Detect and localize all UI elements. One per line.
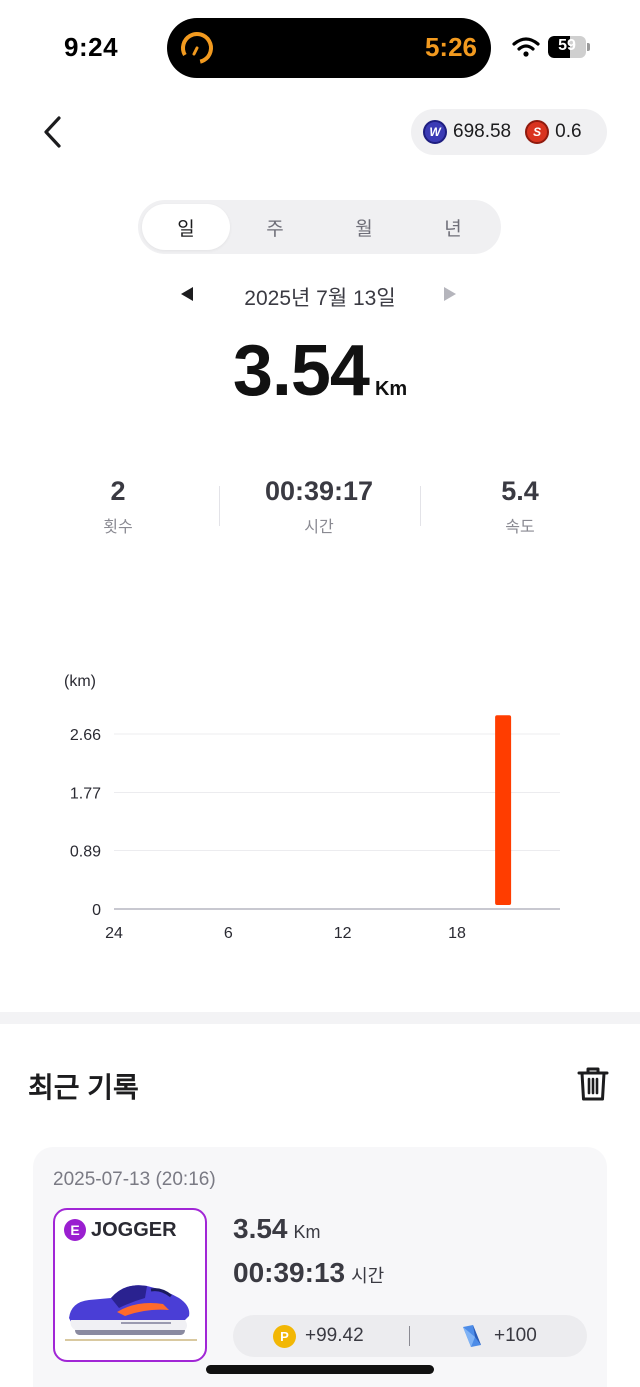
- bar-hour-20: [495, 715, 512, 905]
- tab-week[interactable]: 주: [231, 204, 319, 250]
- shoe-type: JOGGER: [91, 1219, 177, 1241]
- tab-day[interactable]: 일: [142, 204, 230, 250]
- prev-date-button[interactable]: [181, 287, 193, 301]
- record-date: 2025-07-13 (20:16): [53, 1169, 216, 1190]
- x-tick-label: 12: [334, 925, 352, 942]
- point-coin-icon: P: [273, 1325, 296, 1348]
- record-distance-unit: Km: [293, 1222, 321, 1242]
- timer-ring-icon: [181, 32, 213, 64]
- balance-pill[interactable]: W 698.58 S 0.6: [411, 109, 607, 155]
- section-divider: [0, 1012, 640, 1024]
- record-time: 00:39:13 시간: [233, 1257, 384, 1289]
- w-coin-icon: W: [423, 120, 447, 144]
- next-date-button[interactable]: [444, 287, 456, 301]
- record-distance: 3.54 Km: [233, 1213, 321, 1245]
- grade-badge: E: [64, 1219, 86, 1241]
- reward-points: +99.42: [305, 1325, 364, 1346]
- x-tick-label: 18: [448, 925, 466, 942]
- recent-records-title: 최근 기록: [28, 1072, 139, 1103]
- stat-time: 00:39:17 시간: [219, 476, 419, 537]
- dynamic-island[interactable]: 5:26: [167, 18, 491, 78]
- y-tick-label: 2.66: [70, 727, 101, 744]
- stat-count: 2 횟수: [18, 476, 218, 537]
- stat-count-label: 횟수: [103, 519, 133, 536]
- tab-year[interactable]: 년: [409, 204, 497, 250]
- s-balance: 0.6: [555, 121, 582, 142]
- period-tabs: 일 주 월 년: [138, 200, 501, 254]
- total-distance: 3.54 Km: [0, 330, 640, 412]
- stat-speed: 5.4 속도: [420, 476, 620, 537]
- stat-speed-value: 5.4: [501, 476, 539, 506]
- gem-icon: [463, 1325, 481, 1347]
- status-bar: 9:24 5:26 59: [0, 0, 640, 90]
- island-timer: 5:26: [424, 32, 477, 62]
- wifi-icon: [512, 37, 540, 57]
- w-balance: 698.58: [453, 121, 512, 142]
- stat-time-label: 시간: [304, 519, 334, 536]
- status-time: 9:24: [64, 32, 119, 62]
- reward-exp: +100: [494, 1325, 537, 1346]
- stat-count-value: 2: [110, 476, 126, 506]
- stat-speed-label: 속도: [505, 519, 535, 536]
- shoe-card[interactable]: E JOGGER: [53, 1208, 207, 1362]
- battery-icon: 59: [548, 36, 590, 58]
- y-tick-label: 0.89: [70, 843, 101, 860]
- y-tick-label: 0: [92, 902, 101, 919]
- record-distance-value: 3.54: [233, 1213, 288, 1244]
- reward-pill: P +99.42 +100: [233, 1315, 587, 1357]
- trash-icon[interactable]: [574, 1064, 612, 1104]
- record-time-value: 00:39:13: [233, 1257, 346, 1288]
- date-label: 2025년 7월 13일: [244, 287, 396, 310]
- hourly-distance-chart: (km) 2.66 1.77 0.89 0 24 6 12 18: [0, 640, 640, 960]
- back-button[interactable]: [36, 112, 72, 152]
- x-tick-label: 24: [105, 925, 123, 942]
- stats-row: 2 횟수 00:39:17 시간 5.4 속도: [18, 476, 622, 546]
- reward-divider: [409, 1326, 410, 1346]
- stat-time-value: 00:39:17: [264, 476, 374, 506]
- chart-svg: (km) 2.66 1.77 0.89 024 6 12 18: [64, 673, 560, 942]
- tab-month[interactable]: 월: [320, 204, 408, 250]
- record-card[interactable]: 2025-07-13 (20:16) E JOGGER 3.54 Km 00:39…: [33, 1147, 607, 1387]
- running-shoe-image: [65, 1285, 197, 1341]
- home-indicator[interactable]: [206, 1365, 434, 1374]
- y-axis-label: (km): [64, 673, 96, 690]
- distance-value: 3.54: [232, 331, 370, 411]
- battery-level: 59: [558, 37, 576, 54]
- y-tick-label: 1.77: [70, 786, 101, 803]
- record-time-unit: 시간: [351, 1266, 385, 1286]
- s-coin-icon: S: [525, 120, 550, 144]
- x-tick-label: 6: [224, 925, 233, 942]
- distance-unit: Km: [374, 378, 408, 400]
